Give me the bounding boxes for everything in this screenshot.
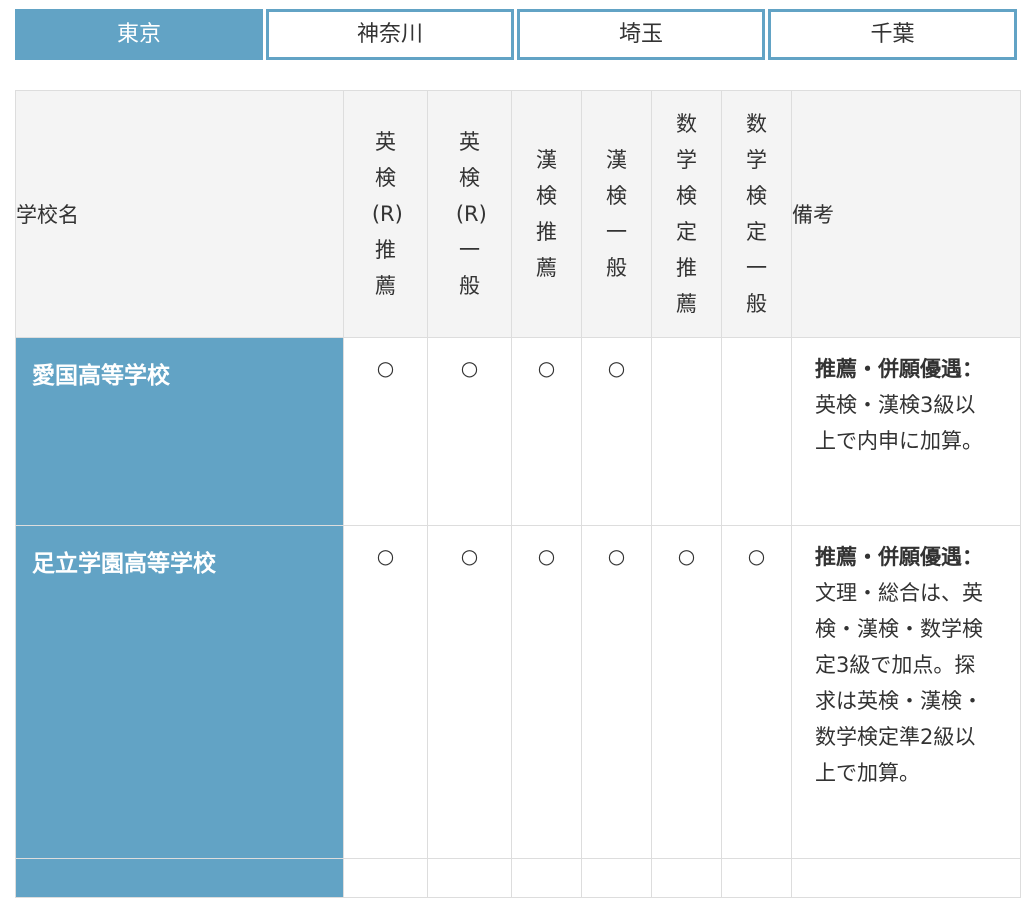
tab-kanagawa[interactable]: 神奈川 — [266, 9, 514, 60]
header-suugaku-ippan-label: 数学検定一般 — [745, 112, 767, 316]
header-eiken-r-ippan-label: 英検 (R) 一般 — [455, 130, 487, 298]
header-kanken-ippan-label: 漢検一般 — [605, 148, 627, 280]
note-text: 文理・総合は、英検・漢検・数学検定3級で加点。探求は英検・漢検・数学検定準2級以… — [815, 581, 983, 785]
tab-saitama[interactable]: 埼玉 — [517, 9, 765, 60]
header-kanken-suisen: 漢検推薦 — [511, 90, 582, 338]
header-eiken-r-suisen-label: 英検 (R) 推薦 — [371, 130, 403, 298]
mark-cell: ○ — [581, 525, 652, 859]
header-suugaku-suisen: 数学検定推薦 — [651, 90, 722, 338]
note-cell: 推薦・併願優遇： 英検・漢検3級以上で内申に加算。 — [791, 337, 1021, 526]
school-name-link[interactable] — [15, 858, 344, 898]
note-label: 推薦・併願優遇： — [815, 357, 983, 381]
school-table: 学校名 英検 (R) 推薦 英検 (R) 一般 漢検推薦 漢検一般 数学検定推薦 数学検… — [15, 90, 1021, 898]
mark-cell — [721, 858, 792, 898]
tab-tokyo[interactable]: 東京 — [15, 9, 263, 60]
table-row: 愛国高等学校 ○ ○ ○ ○ 推薦・併願優遇： 英検・漢検3級以上で内申に加算。 — [15, 337, 1021, 526]
mark-cell — [721, 337, 792, 526]
mark-cell: ○ — [721, 525, 792, 859]
mark-cell: ○ — [581, 337, 652, 526]
table-row: 足立学園高等学校 ○ ○ ○ ○ ○ ○ 推薦・併願優遇： 文理・総合は、英検・漢… — [15, 525, 1021, 859]
mark-cell: ○ — [343, 337, 428, 526]
header-eiken-r-ippan: 英検 (R) 一般 — [427, 90, 512, 338]
mark-cell: ○ — [343, 525, 428, 859]
note-text: 英検・漢検3級以上で内申に加算。 — [815, 393, 983, 453]
mark-cell: ○ — [511, 337, 582, 526]
mark-cell — [343, 858, 428, 898]
table-row-partial — [15, 858, 1021, 898]
mark-cell — [511, 858, 582, 898]
mark-cell: ○ — [651, 525, 722, 859]
school-name-link[interactable]: 足立学園高等学校 — [15, 525, 344, 859]
mark-cell: ○ — [427, 525, 512, 859]
table-header-row: 学校名 英検 (R) 推薦 英検 (R) 一般 漢検推薦 漢検一般 数学検定推薦 数学検… — [15, 90, 1021, 338]
note-cell: 推薦・併願優遇： 文理・総合は、英検・漢検・数学検定3級で加点。探求は英検・漢検・… — [791, 525, 1021, 859]
school-name-link[interactable]: 愛国高等学校 — [15, 337, 344, 526]
header-school-name: 学校名 — [15, 90, 344, 338]
mark-cell — [581, 858, 652, 898]
mark-cell: ○ — [427, 337, 512, 526]
note-label: 推薦・併願優遇： — [815, 545, 983, 569]
mark-cell — [427, 858, 512, 898]
header-eiken-r-suisen: 英検 (R) 推薦 — [343, 90, 428, 338]
mark-cell — [651, 337, 722, 526]
header-kanken-ippan: 漢検一般 — [581, 90, 652, 338]
region-tabs: 東京 神奈川 埼玉 千葉 — [15, 9, 1017, 60]
mark-cell — [651, 858, 722, 898]
note-cell — [791, 858, 1021, 898]
mark-cell: ○ — [511, 525, 582, 859]
header-suugaku-suisen-label: 数学検定推薦 — [675, 112, 697, 316]
header-kanken-suisen-label: 漢検推薦 — [535, 148, 557, 280]
header-notes: 備考 — [791, 90, 1021, 338]
header-suugaku-ippan: 数学検定一般 — [721, 90, 792, 338]
tab-chiba[interactable]: 千葉 — [768, 9, 1017, 60]
